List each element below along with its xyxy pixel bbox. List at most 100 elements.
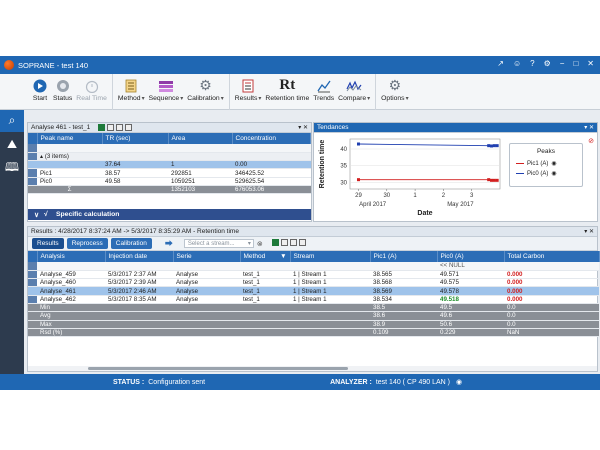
tab-calibration[interactable]: Calibration	[110, 238, 152, 249]
options-button[interactable]: ⚙ Options▾	[381, 74, 408, 110]
method-button[interactable]: Method▾	[118, 74, 145, 110]
pin-icon[interactable]: ↗	[497, 59, 504, 68]
excel-export-icon[interactable]	[271, 239, 279, 246]
peak-panel-tools	[98, 124, 133, 131]
eye-icon[interactable]: ◉	[551, 160, 556, 167]
trend-panel: Tendances ▾ ✕ 40 35 30 29 30 1 2 3 April 2017 May…	[313, 122, 598, 222]
eye-icon[interactable]: ◉	[456, 378, 462, 386]
trends-button[interactable]: Trends	[313, 74, 334, 110]
tab-reprocess[interactable]: Reprocess	[66, 238, 108, 249]
results-icon	[239, 77, 257, 94]
legend-item[interactable]: Pic1 (A) ◉	[516, 160, 582, 167]
x-tick-label: 2	[442, 193, 446, 199]
column-header[interactable]: Peak name	[37, 133, 103, 144]
start-button[interactable]: Start	[31, 74, 49, 110]
stream-select[interactable]: Select a stream... ▾	[183, 239, 254, 248]
stats-row: Max 38.9 50.6 0.0	[28, 320, 599, 329]
group-row[interactable]: ▴ (3 items)	[28, 152, 311, 162]
method-icon	[122, 77, 140, 94]
peak-panel-close-icon[interactable]: ▾ ✕	[298, 124, 308, 131]
column-header[interactable]: Analysis	[37, 251, 106, 262]
column-header[interactable]: Area	[168, 133, 233, 144]
book-icon[interactable]: 🕮	[0, 156, 24, 180]
play-icon	[31, 77, 49, 94]
retention-time-button[interactable]: Rt Retention time	[265, 74, 309, 110]
minimize-icon[interactable]: −	[560, 59, 565, 68]
settings-icon[interactable]	[298, 239, 306, 246]
close-icon[interactable]: ✕	[587, 59, 594, 68]
column-header[interactable]: Stream	[290, 251, 371, 262]
column-header[interactable]: Pic0 (A)	[437, 251, 505, 262]
column-header[interactable]: Total Carbon	[504, 251, 600, 262]
user-icon[interactable]: ☺	[513, 59, 521, 68]
window-controls: ↗ ☺ ? ⚙ − □ ✕	[497, 59, 594, 68]
trend-panel-close-icon[interactable]: ▾ ✕	[584, 124, 594, 131]
ribbon-group-config: Method▾ Sequence▾ ⚙ Calibration▾	[113, 74, 230, 110]
reset-zoom-icon[interactable]: ⊘	[588, 137, 594, 145]
chevron-down-icon: ∨	[34, 211, 39, 219]
results-button[interactable]: Results▾	[235, 74, 262, 110]
status-label: STATUS :	[113, 378, 145, 386]
legend-item[interactable]: Pic0 (A) ◉	[516, 170, 582, 177]
results-table: Analysis Injection date Serie Method ▼ S…	[28, 251, 600, 338]
calibration-button[interactable]: ⚙ Calibration▾	[187, 74, 224, 110]
table-row-selected[interactable]: Analyse_461 5/3/2017 2:46 AM Analyse test_1…	[28, 286, 599, 296]
camera-icon[interactable]	[280, 239, 288, 246]
peak-panel-header: Analyse 461 - test_1 ▾ ✕	[28, 123, 311, 133]
settings-icon[interactable]: ⚙	[544, 59, 551, 68]
scrollbar-thumb[interactable]	[88, 367, 348, 370]
horizontal-scrollbar[interactable]	[28, 366, 597, 371]
data-point	[495, 178, 499, 182]
print-icon[interactable]	[289, 239, 297, 246]
settings-icon[interactable]	[125, 124, 133, 131]
column-header[interactable]: TR (sec)	[102, 133, 169, 144]
compare-button[interactable]: Compare▾	[338, 74, 370, 110]
compare-icon	[345, 77, 363, 94]
null-filter[interactable]: << NULL	[437, 262, 504, 271]
results-panel-title: Results : 4/28/2017 8:37:24 AM -> 5/3/20…	[31, 228, 239, 235]
calculator-icon: √	[44, 211, 48, 218]
clear-filter-icon[interactable]: ⊗	[257, 240, 263, 248]
table-row[interactable]: Analyse_459 5/3/2017 2:37 AM Analyse test_1…	[28, 270, 599, 280]
print-icon[interactable]	[116, 124, 124, 131]
table-row[interactable]: Pic1 38.57 292851 346425.52	[28, 168, 311, 178]
camera-icon[interactable]	[107, 124, 115, 131]
trend-panel-header: Tendances ▾ ✕	[314, 123, 597, 133]
tab-results[interactable]: Results	[32, 238, 64, 249]
sequence-button[interactable]: Sequence▾	[149, 74, 183, 110]
filter-row[interactable]	[28, 144, 311, 153]
maximize-icon[interactable]: □	[573, 59, 578, 68]
column-header[interactable]: Injection date	[105, 251, 174, 262]
filter-row[interactable]: << NULL	[28, 262, 599, 271]
data-point	[495, 144, 499, 148]
status-button[interactable]: Status	[53, 74, 72, 110]
chevron-down-icon: ▾	[258, 96, 262, 102]
results-toolbar: Results Reprocess Calibration ⮕ Select a…	[28, 237, 597, 251]
eye-icon[interactable]: ◉	[551, 170, 556, 177]
chromatogram-icon[interactable]: ⛰	[0, 132, 24, 156]
data-point	[356, 142, 360, 146]
data-point	[492, 144, 496, 148]
help-icon[interactable]: ?	[530, 59, 534, 68]
column-header[interactable]: Concentration	[232, 133, 311, 144]
results-panel-close-icon[interactable]: ▾ ✕	[584, 228, 594, 235]
table-row[interactable]: Analyse_460 5/3/2017 2:39 AM Analyse test_1…	[28, 278, 599, 288]
status-bar: STATUS : Configuration sent ANALYZER : t…	[0, 374, 600, 390]
real-time-button[interactable]: Real Time	[76, 74, 107, 110]
column-header-method[interactable]: Method ▼	[240, 251, 291, 262]
column-header[interactable]: Serie	[173, 251, 241, 262]
peak-panel-title: Analyse 461 - test_1	[31, 124, 91, 131]
excel-export-icon[interactable]	[98, 124, 106, 131]
peak-table: Peak name TR (sec) Area Concentration ▴ …	[28, 133, 311, 195]
analyzer-value: test 140 ( CP 490 LAN )	[375, 378, 451, 386]
table-row[interactable]: 37.64 1 0.00	[28, 160, 311, 170]
analysis-search-icon[interactable]: ⌕	[0, 108, 24, 132]
specific-calculation-bar[interactable]: ∨ √ Specific calculation	[28, 209, 311, 220]
table-row[interactable]: Pic0 49.58 1059251 529625.54	[28, 177, 311, 187]
sum-row: Σ 1352103 676053.06	[28, 185, 311, 195]
column-header[interactable]: Pic1 (A)	[370, 251, 438, 262]
stats-row: Min 38.5 49.5 0.0	[28, 303, 599, 313]
share-icon[interactable]: ⮕	[165, 238, 173, 249]
table-row[interactable]: Analyse_462 5/3/2017 8:35 AM Analyse test_1…	[28, 295, 599, 305]
chevron-down-icon: ▾	[247, 241, 251, 247]
